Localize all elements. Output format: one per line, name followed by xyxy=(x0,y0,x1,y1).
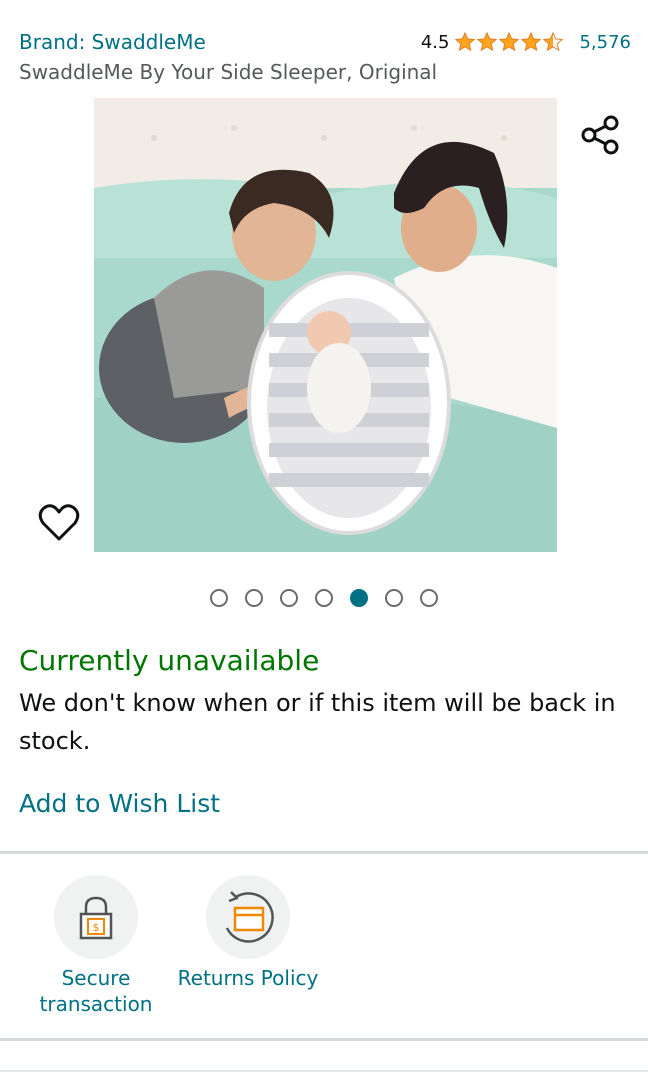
secure-transaction-feature[interactable]: $ Secure transaction xyxy=(21,875,171,1017)
star-icon xyxy=(455,31,476,52)
carousel-dot[interactable] xyxy=(385,589,403,607)
rating-count-link[interactable]: 5,576 xyxy=(579,32,631,53)
section-divider xyxy=(0,1038,648,1041)
product-photo-illustration xyxy=(94,98,557,552)
product-image[interactable] xyxy=(94,98,557,552)
carousel-dot[interactable] xyxy=(420,589,438,607)
availability-status: Currently unavailable xyxy=(19,644,320,677)
carousel-dot[interactable] xyxy=(210,589,228,607)
returns-policy-badge xyxy=(206,875,290,959)
secure-transaction-badge: $ xyxy=(54,875,138,959)
carousel-dot[interactable] xyxy=(315,589,333,607)
availability-description: We don't know when or if this item will … xyxy=(19,689,616,755)
add-to-wish-list-link[interactable]: Add to Wish List xyxy=(19,789,220,818)
carousel-dot[interactable] xyxy=(245,589,263,607)
share-icon[interactable] xyxy=(580,114,622,156)
carousel-dot[interactable] xyxy=(350,589,368,607)
section-divider xyxy=(0,851,648,854)
section-divider xyxy=(0,1070,648,1072)
star-rating xyxy=(454,31,564,53)
star-icon xyxy=(499,31,520,52)
svg-text:$: $ xyxy=(93,921,100,934)
returns-box-icon xyxy=(225,891,274,943)
brand-rating-row: Brand: SwaddleMe 4.5 5,576 xyxy=(19,28,631,56)
carousel-dot[interactable] xyxy=(280,589,298,607)
returns-policy-feature[interactable]: Returns Policy xyxy=(173,875,323,991)
heart-icon[interactable] xyxy=(38,503,80,543)
image-carousel-dots[interactable] xyxy=(210,589,438,609)
product-page: Brand: SwaddleMe 4.5 5,576 SwaddleMe By … xyxy=(0,0,648,1080)
product-title: SwaddleMe By Your Side Sleeper, Original xyxy=(19,60,438,84)
lock-icon: $ xyxy=(79,896,113,940)
returns-policy-label: Returns Policy xyxy=(177,966,319,990)
star-icon xyxy=(521,31,542,52)
brand-link[interactable]: Brand: SwaddleMe xyxy=(19,30,206,54)
secure-transaction-label: Secure transaction xyxy=(39,966,153,1016)
half-star-icon xyxy=(543,31,564,52)
star-icon xyxy=(477,31,498,52)
rating-value: 4.5 xyxy=(420,31,450,53)
rating-summary[interactable]: 4.5 5,576 xyxy=(421,31,631,53)
